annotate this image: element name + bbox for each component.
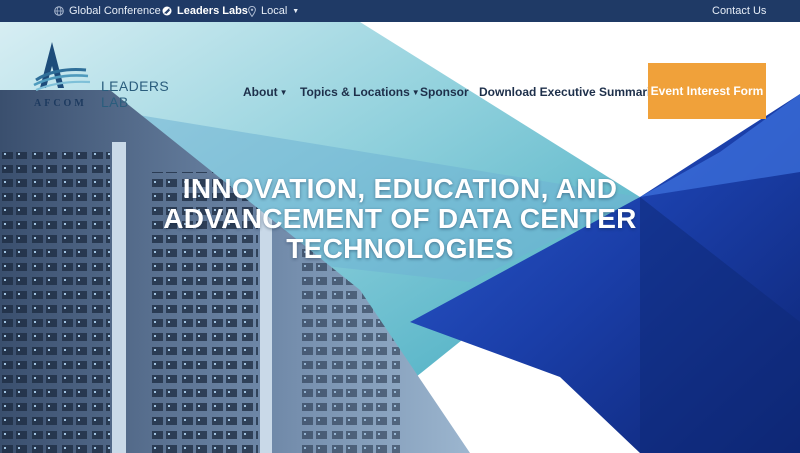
- leaders-labs-icon: [162, 6, 172, 16]
- afcom-wordmark: AFCOM: [34, 98, 87, 109]
- global-conference-link[interactable]: Global Conference: [54, 0, 161, 22]
- hero-headline: INNOVATION, EDUCATION, AND ADVANCEMENT O…: [160, 174, 640, 264]
- chevron-down-icon: ▼: [292, 7, 300, 15]
- event-interest-form-button[interactable]: Event Interest Form: [648, 63, 766, 119]
- headline-line-2: ADVANCEMENT OF DATA CENTER: [163, 203, 637, 234]
- nav-download-label: Download Executive Summaries: [479, 85, 664, 99]
- map-pin-icon: [248, 5, 256, 17]
- contact-us-link[interactable]: Contact Us: [712, 0, 766, 22]
- nav-topics-label: Topics & Locations: [300, 85, 410, 99]
- nav-about-label: About: [243, 85, 278, 99]
- afcom-logo-mark: [33, 42, 91, 92]
- nav-about[interactable]: About ▼: [243, 84, 288, 100]
- local-dropdown[interactable]: Local ▼: [248, 0, 299, 22]
- leaders-lab-subtitle: LEADERS LAB: [101, 78, 170, 110]
- afcom-logo[interactable]: AFCOM LEADERS LAB: [30, 40, 190, 110]
- global-conference-label: Global Conference: [69, 5, 161, 17]
- hero-section: INNOVATION, EDUCATION, AND ADVANCEMENT O…: [0, 22, 800, 453]
- chevron-down-icon: ▼: [279, 87, 288, 97]
- globe-icon: [54, 6, 64, 16]
- headline-line-1: INNOVATION, EDUCATION, AND: [182, 173, 618, 204]
- headline-line-3: TECHNOLOGIES: [286, 233, 514, 264]
- nav-download-summaries[interactable]: Download Executive Summaries: [479, 84, 664, 100]
- leaders-labs-link[interactable]: Leaders Labs: [162, 0, 248, 22]
- local-label: Local: [261, 5, 288, 17]
- nav-sponsor[interactable]: Sponsor: [420, 84, 469, 100]
- chevron-down-icon: ▼: [411, 87, 420, 97]
- cta-label: Event Interest Form: [650, 84, 764, 98]
- top-utility-bar: Global Conference Leaders Labs Local ▼ C…: [0, 0, 800, 22]
- nav-topics-locations[interactable]: Topics & Locations ▼: [300, 84, 420, 100]
- leaders-labs-label: Leaders Labs: [177, 5, 248, 17]
- nav-sponsor-label: Sponsor: [420, 85, 469, 99]
- contact-us-label: Contact Us: [712, 5, 767, 17]
